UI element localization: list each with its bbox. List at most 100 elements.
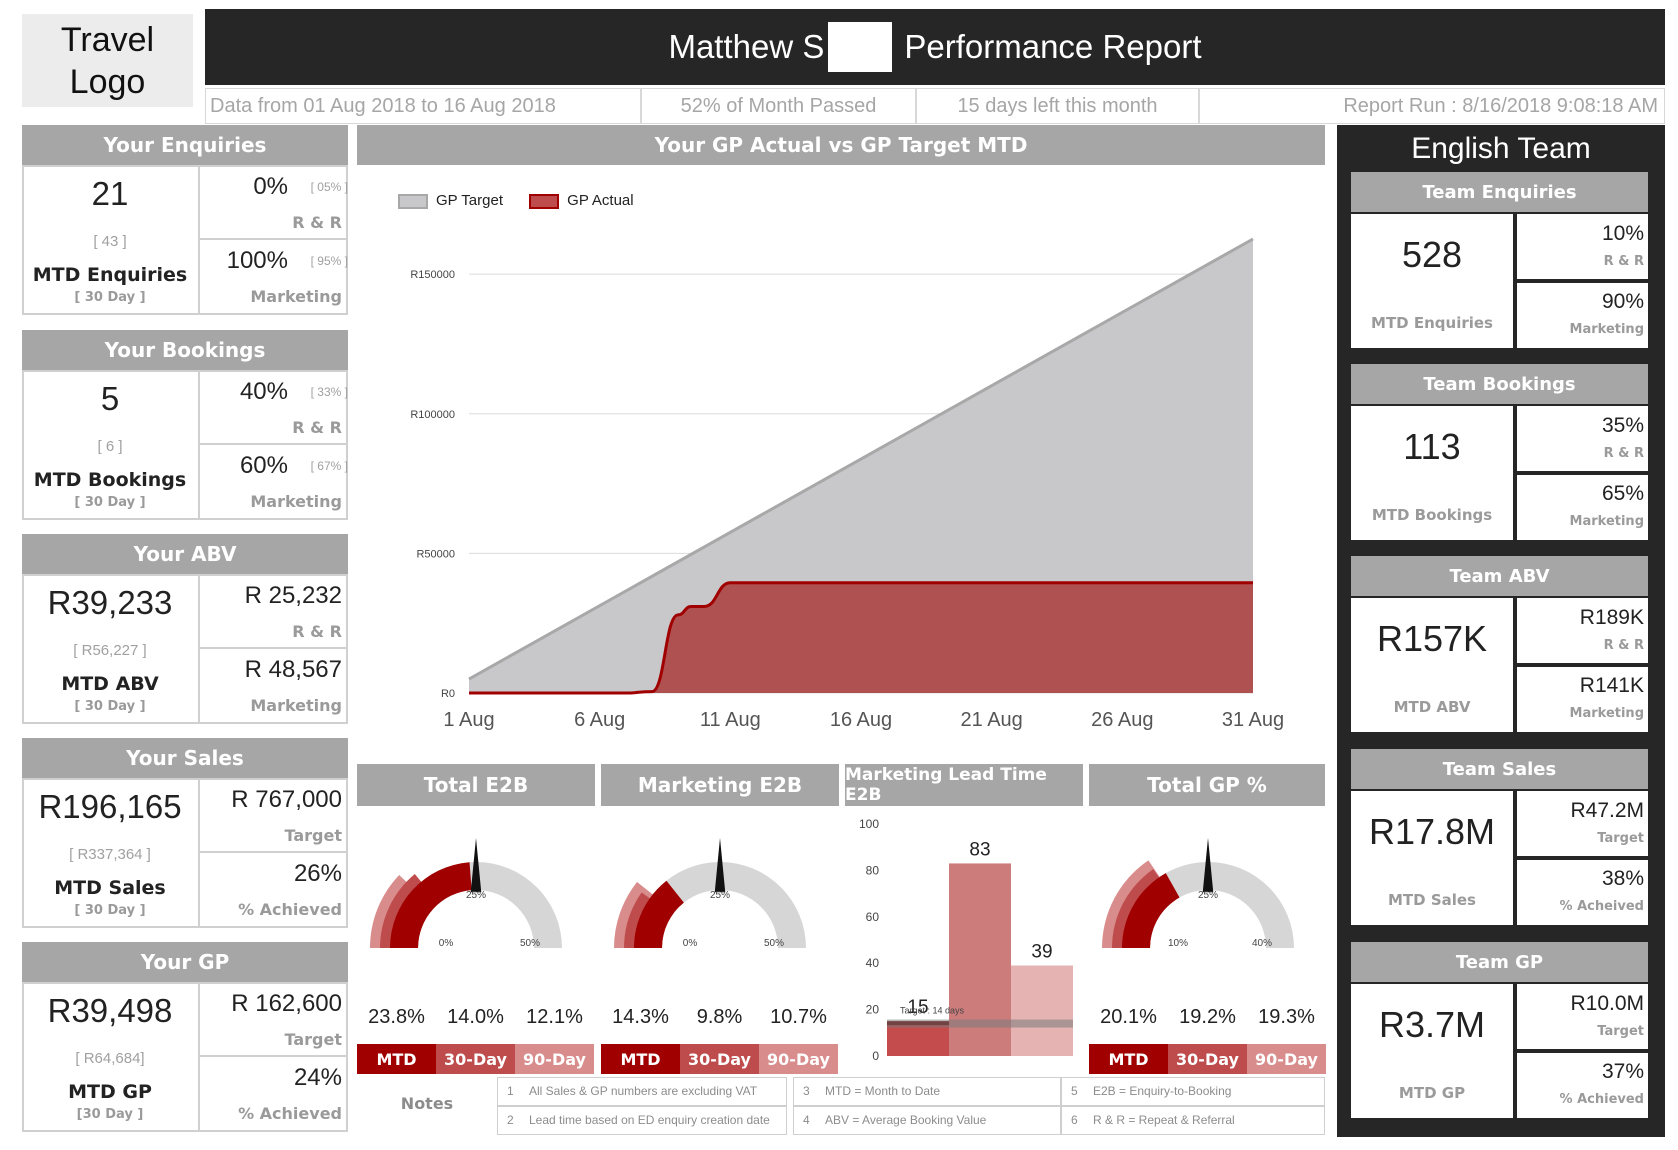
card-header: Your Enquiries [22, 125, 348, 165]
team-card-r2-label: Marketing [1569, 322, 1644, 337]
card-r1-value: 40% [239, 378, 288, 405]
card-r1-label: Target [284, 826, 343, 845]
note-number: 1 [507, 1084, 514, 1098]
period-legend-90-day: 90-Day [515, 1044, 594, 1074]
card-sub: [ 30 Day ] [74, 903, 146, 918]
month-passed: 52% of Month Passed [680, 95, 877, 117]
card-bracket: [ R56,227 ] [73, 642, 147, 659]
card-r1-label: R & R [292, 418, 342, 437]
card-divider [198, 443, 348, 445]
team-card-r1-label: Target [1597, 1024, 1644, 1039]
card-r2-value: 24% [293, 1064, 342, 1091]
card-sub: [ 30 Day ] [74, 495, 146, 510]
period-legend-mtd: MTD [357, 1044, 436, 1074]
y-tick-label: 100 [859, 817, 879, 831]
period-legend-30-day: 30-Day [436, 1044, 515, 1074]
period-legend-30-day: 30-Day [1168, 1044, 1247, 1074]
card-r2-label: Marketing [250, 696, 342, 715]
card-r2-value: 100% [226, 247, 288, 274]
team-card-r2-label: Marketing [1569, 706, 1644, 721]
card-sub: [ 30 Day ] [74, 699, 146, 714]
card-divider [198, 370, 200, 520]
x-tick-label: 6 Aug [574, 709, 625, 731]
y-tick-label: 60 [866, 910, 880, 924]
team-card-header: Team Enquiries [1351, 172, 1648, 212]
gauge-value-label: 12.1% [526, 1006, 583, 1028]
card-r1-bracket: [ 33% ] [310, 385, 348, 399]
gauge-value-label: 20.1% [1100, 1006, 1157, 1028]
note-text: MTD = Month to Date [825, 1084, 941, 1098]
gauge-tick-label: 10% [1168, 938, 1188, 949]
card-r2-label: % Achieved [238, 1104, 342, 1123]
marketing-e2b-header: Marketing E2B [601, 764, 839, 806]
team-card-label: MTD Enquiries [1371, 314, 1493, 332]
report-title: Performance Report [904, 28, 1202, 65]
card-header: Your Sales [22, 738, 348, 778]
team-card-main: 528 [1401, 234, 1463, 275]
card-label: MTD Bookings [33, 469, 187, 491]
card-r1-label: Target [284, 1030, 343, 1049]
card-r1-label: R & R [292, 622, 342, 641]
total-e2b-header: Total E2B [357, 764, 595, 806]
team-card-r1-value: 10% [1601, 222, 1644, 245]
note-text: R & R = Repeat & Referral [1093, 1113, 1235, 1127]
note-number: 2 [507, 1113, 514, 1127]
card-r2-bracket: [ 95% ] [310, 254, 348, 268]
period-legend-90-day: 90-Day [1247, 1044, 1326, 1074]
card-r2-value: 26% [293, 860, 342, 887]
report-run: Report Run : 8/16/2018 9:08:18 AM [1343, 95, 1658, 117]
y-tick-label: R0 [441, 688, 455, 700]
gauge-tick-label: 40% [1252, 938, 1272, 949]
card-divider [198, 165, 200, 315]
card-r1-value: R 25,232 [244, 582, 342, 609]
team-card-header: Team ABV [1351, 556, 1648, 596]
total-e2b-gauge: 0% 25% 50% [370, 838, 562, 949]
bar-value-label: 83 [969, 839, 990, 860]
report-title-name: Matthew S [668, 28, 825, 65]
team-card-main: 113 [1403, 426, 1461, 467]
y-tick-label: 80 [866, 863, 880, 877]
card-sub: [30 Day ] [76, 1107, 144, 1122]
card-r2-label: Marketing [250, 287, 342, 306]
gauge-tick-label: 25% [1198, 890, 1218, 901]
y-tick-label: R150000 [410, 269, 455, 281]
note-number: 5 [1071, 1084, 1078, 1098]
team-card-header: Team GP [1351, 942, 1648, 982]
marketing-e2b-gauge: 0% 25% 50% [614, 838, 806, 949]
x-tick-label: 26 Aug [1091, 709, 1153, 731]
team-card-main: R157K [1376, 618, 1488, 659]
lead-time-bar [1011, 965, 1073, 1056]
lead-time-bar-chart: 020406080100158339Target : 14 days [859, 817, 1073, 1063]
team-card-r1-label: R & R [1603, 446, 1644, 461]
team-card-r1-value: 35% [1601, 414, 1644, 437]
team-card-divider [1513, 856, 1648, 860]
y-tick-label: R100000 [410, 409, 455, 421]
note-text: All Sales & GP numbers are excluding VAT [529, 1084, 758, 1098]
card-label: MTD GP [68, 1081, 152, 1103]
x-tick-label: 31 Aug [1222, 709, 1284, 731]
gauge-value-label: 14.0% [447, 1006, 504, 1028]
card-bracket: [ R337,364 ] [69, 846, 151, 863]
x-tick-label: 1 Aug [443, 709, 494, 731]
y-tick-label: 0 [872, 1049, 879, 1063]
note-number: 4 [803, 1113, 810, 1127]
gauge-tick-label: 25% [710, 890, 730, 901]
team-card-divider [1513, 663, 1648, 667]
card-header: Your Bookings [22, 330, 348, 370]
team-card-r2-value: 65% [1601, 482, 1644, 505]
gauge-value-label: 23.8% [368, 1006, 425, 1028]
data-range: Data from 01 Aug 2018 to 16 Aug 2018 [210, 95, 556, 117]
team-card-r1-label: R & R [1603, 254, 1644, 269]
note-text: E2B = Enquiry-to-Booking [1093, 1084, 1232, 1098]
note-number: 6 [1071, 1113, 1078, 1127]
team-card-r1-value: R47.2M [1570, 799, 1644, 822]
card-main-value: 5 [100, 380, 120, 417]
card-r2-label: % Achieved [238, 900, 342, 919]
gauge-value-label: 10.7% [770, 1006, 827, 1028]
x-tick-label: 16 Aug [830, 709, 892, 731]
card-r2-label: Marketing [250, 492, 342, 511]
report-banner: Matthew S Performance Report [205, 9, 1665, 85]
card-label: MTD Sales [54, 877, 166, 899]
card-main-value: R39,233 [47, 584, 173, 621]
target-line [887, 1019, 1073, 1028]
